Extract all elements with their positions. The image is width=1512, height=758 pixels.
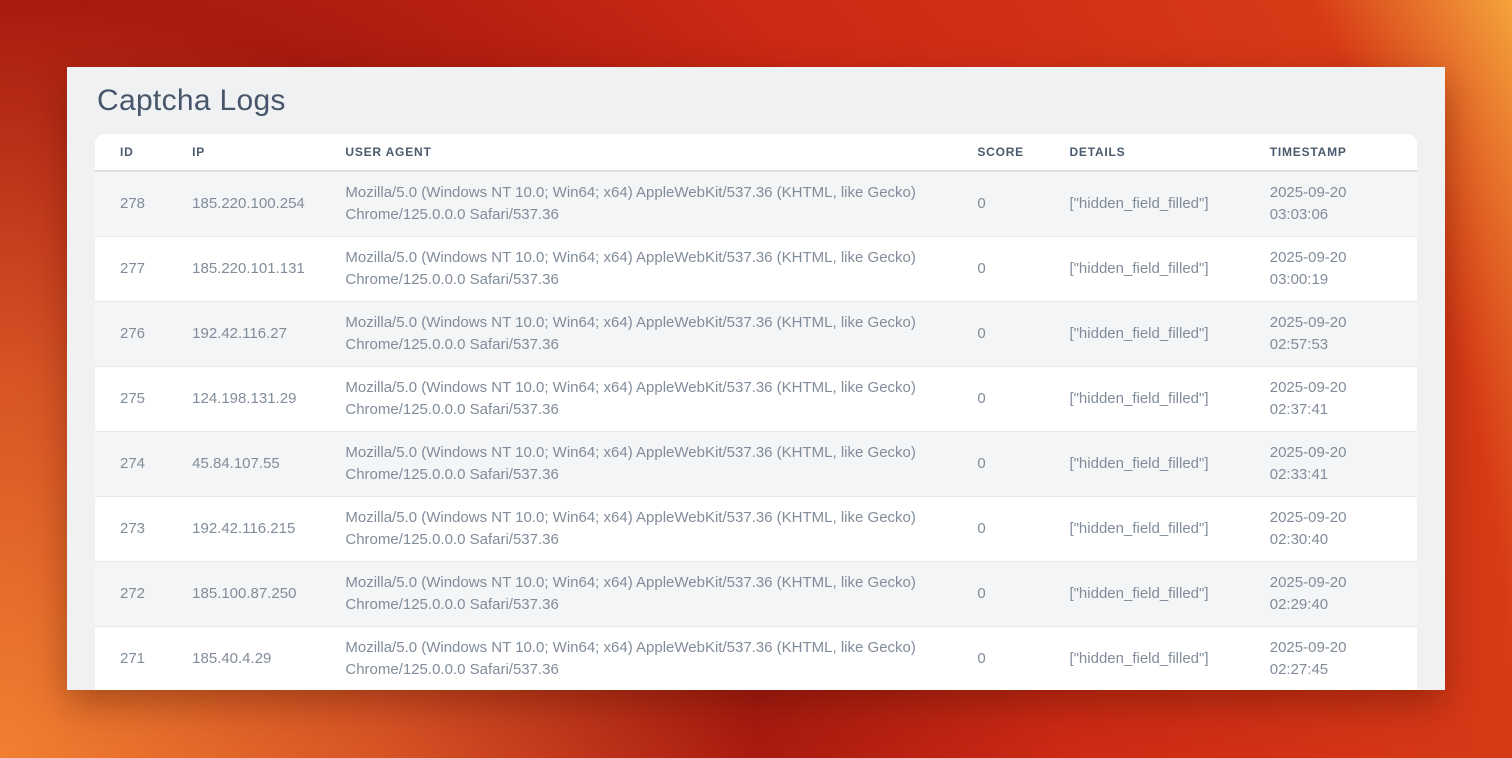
- table-row: 274 45.84.107.55 Mozilla/5.0 (Windows NT…: [95, 432, 1417, 497]
- cell-id: 274: [95, 432, 192, 497]
- cell-user-agent: Mozilla/5.0 (Windows NT 10.0; Win64; x64…: [345, 562, 977, 627]
- cell-timestamp: 2025-09-20 02:30:40: [1270, 497, 1417, 562]
- cell-user-agent: Mozilla/5.0 (Windows NT 10.0; Win64; x64…: [345, 432, 977, 497]
- table-row: 275 124.198.131.29 Mozilla/5.0 (Windows …: [95, 367, 1417, 432]
- page-title: Captcha Logs: [97, 84, 1415, 118]
- logs-table: ID IP USER AGENT SCORE DETAILS TIMESTAMP…: [95, 134, 1417, 690]
- cell-score: 0: [977, 302, 1069, 367]
- cell-details: ["hidden_field_filled"]: [1069, 302, 1269, 367]
- cell-timestamp: 2025-09-20 03:00:19: [1270, 237, 1417, 302]
- table-row: 278 185.220.100.254 Mozilla/5.0 (Windows…: [95, 171, 1417, 237]
- column-header-id: ID: [95, 134, 192, 171]
- cell-ip: 185.100.87.250: [192, 562, 345, 627]
- cell-id: 277: [95, 237, 192, 302]
- cell-score: 0: [977, 627, 1069, 691]
- cell-user-agent: Mozilla/5.0 (Windows NT 10.0; Win64; x64…: [345, 627, 977, 691]
- cell-details: ["hidden_field_filled"]: [1069, 627, 1269, 691]
- captcha-logs-card: Captcha Logs ID IP USER AGENT SCORE DETA…: [67, 67, 1445, 690]
- cell-id: 275: [95, 367, 192, 432]
- table-row: 276 192.42.116.27 Mozilla/5.0 (Windows N…: [95, 302, 1417, 367]
- cell-timestamp: 2025-09-20 02:57:53: [1270, 302, 1417, 367]
- table-header-row: ID IP USER AGENT SCORE DETAILS TIMESTAMP: [95, 134, 1417, 171]
- cell-score: 0: [977, 497, 1069, 562]
- cell-details: ["hidden_field_filled"]: [1069, 237, 1269, 302]
- table-row: 277 185.220.101.131 Mozilla/5.0 (Windows…: [95, 237, 1417, 302]
- cell-timestamp: 2025-09-20 02:33:41: [1270, 432, 1417, 497]
- cell-user-agent: Mozilla/5.0 (Windows NT 10.0; Win64; x64…: [345, 367, 977, 432]
- table-row: 271 185.40.4.29 Mozilla/5.0 (Windows NT …: [95, 627, 1417, 691]
- cell-id: 272: [95, 562, 192, 627]
- cell-details: ["hidden_field_filled"]: [1069, 367, 1269, 432]
- cell-timestamp: 2025-09-20 02:37:41: [1270, 367, 1417, 432]
- cell-timestamp: 2025-09-20 03:03:06: [1270, 171, 1417, 237]
- cell-score: 0: [977, 432, 1069, 497]
- table-row: 273 192.42.116.215 Mozilla/5.0 (Windows …: [95, 497, 1417, 562]
- cell-ip: 124.198.131.29: [192, 367, 345, 432]
- cell-timestamp: 2025-09-20 02:29:40: [1270, 562, 1417, 627]
- cell-user-agent: Mozilla/5.0 (Windows NT 10.0; Win64; x64…: [345, 171, 977, 237]
- cell-details: ["hidden_field_filled"]: [1069, 562, 1269, 627]
- cell-user-agent: Mozilla/5.0 (Windows NT 10.0; Win64; x64…: [345, 237, 977, 302]
- cell-details: ["hidden_field_filled"]: [1069, 497, 1269, 562]
- cell-ip: 192.42.116.215: [192, 497, 345, 562]
- cell-ip: 45.84.107.55: [192, 432, 345, 497]
- desktop-background: { "page": { "title": "Captcha Logs" }, "…: [0, 0, 1512, 758]
- cell-score: 0: [977, 237, 1069, 302]
- cell-ip: 185.220.101.131: [192, 237, 345, 302]
- cell-timestamp: 2025-09-20 02:27:45: [1270, 627, 1417, 691]
- cell-details: ["hidden_field_filled"]: [1069, 171, 1269, 237]
- cell-user-agent: Mozilla/5.0 (Windows NT 10.0; Win64; x64…: [345, 497, 977, 562]
- table-row: 272 185.100.87.250 Mozilla/5.0 (Windows …: [95, 562, 1417, 627]
- cell-id: 278: [95, 171, 192, 237]
- cell-score: 0: [977, 171, 1069, 237]
- logs-table-container: ID IP USER AGENT SCORE DETAILS TIMESTAMP…: [95, 134, 1417, 690]
- cell-score: 0: [977, 562, 1069, 627]
- column-header-score: SCORE: [977, 134, 1069, 171]
- cell-id: 271: [95, 627, 192, 691]
- cell-ip: 185.220.100.254: [192, 171, 345, 237]
- cell-details: ["hidden_field_filled"]: [1069, 432, 1269, 497]
- cell-id: 276: [95, 302, 192, 367]
- column-header-ip: IP: [192, 134, 345, 171]
- column-header-timestamp: TIMESTAMP: [1270, 134, 1417, 171]
- cell-ip: 185.40.4.29: [192, 627, 345, 691]
- column-header-details: DETAILS: [1069, 134, 1269, 171]
- cell-id: 273: [95, 497, 192, 562]
- column-header-user-agent: USER AGENT: [345, 134, 977, 171]
- cell-ip: 192.42.116.27: [192, 302, 345, 367]
- cell-user-agent: Mozilla/5.0 (Windows NT 10.0; Win64; x64…: [345, 302, 977, 367]
- cell-score: 0: [977, 367, 1069, 432]
